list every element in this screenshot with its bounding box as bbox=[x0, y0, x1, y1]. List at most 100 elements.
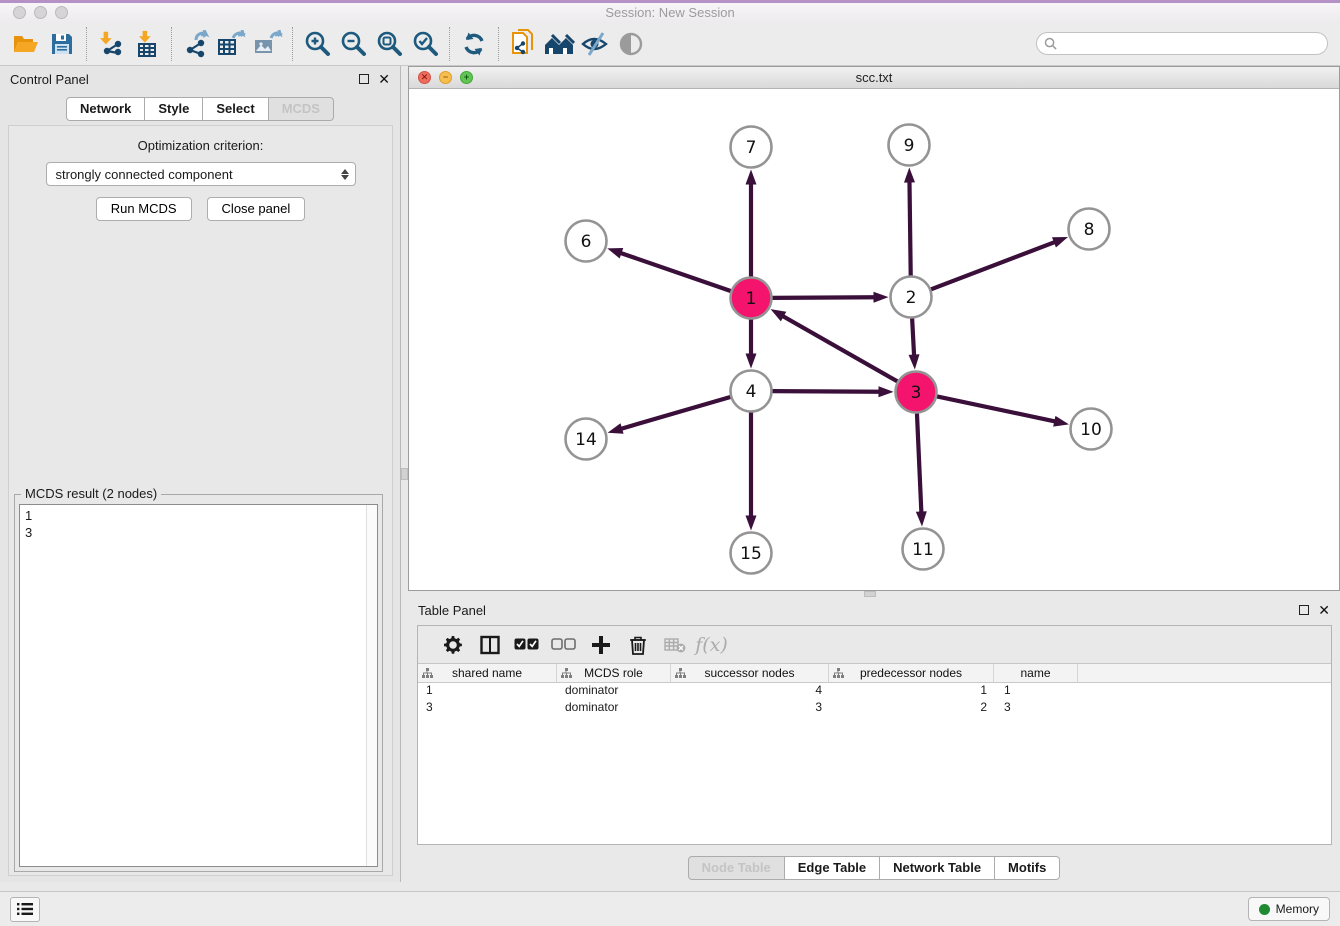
cell-mcds-role[interactable]: dominator bbox=[557, 683, 671, 700]
memory-button[interactable]: Memory bbox=[1248, 897, 1330, 921]
edge-arrowhead bbox=[607, 248, 623, 258]
mcds-result-fieldset: MCDS result (2 nodes) 1 3 bbox=[14, 494, 383, 872]
clone-network-icon[interactable] bbox=[505, 26, 541, 62]
cell-successor-nodes[interactable]: 3 bbox=[671, 700, 829, 717]
edge-arrowhead bbox=[771, 309, 787, 321]
save-session-icon[interactable] bbox=[44, 26, 80, 62]
select-all-checkboxes-icon[interactable] bbox=[508, 630, 545, 660]
node-label: 10 bbox=[1080, 420, 1102, 440]
graph-edge-4-14[interactable] bbox=[620, 397, 730, 429]
settings-gear-icon[interactable] bbox=[434, 630, 471, 660]
splitter-handle[interactable] bbox=[401, 468, 408, 480]
export-image-icon[interactable] bbox=[250, 26, 286, 62]
network-window-titlebar[interactable]: ✕ − + scc.txt bbox=[409, 67, 1339, 89]
graph-edge-1-2[interactable] bbox=[772, 297, 875, 298]
edge-arrowhead bbox=[746, 516, 757, 531]
node-label: 8 bbox=[1084, 220, 1095, 240]
optimization-criterion-select[interactable]: strongly connected component bbox=[46, 162, 356, 186]
toolbar-separator bbox=[449, 27, 450, 61]
column-view-icon[interactable] bbox=[471, 630, 508, 660]
graph-edge-2-8[interactable] bbox=[931, 242, 1056, 290]
deselect-all-checkboxes-icon[interactable] bbox=[545, 630, 582, 660]
zoom-fit-icon[interactable] bbox=[371, 26, 407, 62]
vertical-splitter[interactable] bbox=[401, 66, 408, 882]
first-neighbors-icon[interactable] bbox=[541, 26, 577, 62]
tab-motifs[interactable]: Motifs bbox=[995, 856, 1060, 880]
search-icon bbox=[1044, 37, 1057, 50]
cell-shared-name[interactable]: 1 bbox=[418, 683, 557, 700]
tab-style[interactable]: Style bbox=[145, 97, 203, 121]
float-table-panel-icon[interactable] bbox=[1299, 605, 1309, 615]
tab-node-table[interactable]: Node Table bbox=[688, 856, 785, 880]
task-history-button[interactable] bbox=[10, 897, 40, 922]
node-table-container: f(x) shared name MCDS role successor nod… bbox=[417, 625, 1332, 845]
zoom-in-icon[interactable] bbox=[299, 26, 335, 62]
search-input[interactable] bbox=[1061, 37, 1327, 51]
run-mcds-button[interactable]: Run MCDS bbox=[96, 197, 192, 221]
edge-arrowhead bbox=[904, 167, 915, 182]
graph-edge-3-1[interactable] bbox=[782, 316, 897, 382]
column-header-mcds-role[interactable]: MCDS role bbox=[557, 664, 671, 682]
graph-edge-3-11[interactable] bbox=[917, 413, 921, 513]
zoom-selected-icon[interactable] bbox=[407, 26, 443, 62]
cell-mcds-role[interactable]: dominator bbox=[557, 700, 671, 717]
control-panel-title: Control Panel bbox=[10, 72, 89, 87]
refresh-layout-icon[interactable] bbox=[456, 26, 492, 62]
node-label: 9 bbox=[904, 136, 915, 156]
mcds-result-item: 1 bbox=[20, 505, 377, 524]
tab-select[interactable]: Select bbox=[203, 97, 268, 121]
table-empty-area bbox=[418, 717, 1331, 844]
show-all-icon[interactable] bbox=[613, 26, 649, 62]
tab-mcds[interactable]: MCDS bbox=[269, 97, 334, 121]
tab-edge-table[interactable]: Edge Table bbox=[785, 856, 880, 880]
close-panel-icon[interactable]: ✕ bbox=[378, 74, 390, 84]
add-column-icon[interactable] bbox=[582, 630, 619, 660]
search-field[interactable] bbox=[1036, 32, 1328, 55]
graph-edge-2-9[interactable] bbox=[909, 180, 910, 275]
open-session-icon[interactable] bbox=[8, 26, 44, 62]
zoom-out-icon[interactable] bbox=[335, 26, 371, 62]
cell-name[interactable]: 1 bbox=[994, 683, 1078, 700]
node-label: 6 bbox=[581, 232, 592, 252]
tab-network-table[interactable]: Network Table bbox=[880, 856, 995, 880]
graph-edge-2-3[interactable] bbox=[912, 318, 914, 356]
result-scrollbar[interactable] bbox=[366, 505, 377, 866]
table-row[interactable]: 1 dominator 4 1 1 bbox=[418, 683, 1331, 700]
network-graph[interactable]: 7968124314101511 bbox=[409, 89, 1339, 590]
export-network-icon[interactable] bbox=[178, 26, 214, 62]
cell-name[interactable]: 3 bbox=[994, 700, 1078, 717]
import-network-icon[interactable] bbox=[93, 26, 129, 62]
graph-edge-1-6[interactable] bbox=[620, 253, 731, 291]
control-panel-tabs: Network Style Select MCDS bbox=[0, 97, 400, 121]
column-header-successor-nodes[interactable]: successor nodes bbox=[671, 664, 829, 682]
node-label: 4 bbox=[746, 382, 757, 402]
cell-predecessor-nodes[interactable]: 2 bbox=[829, 700, 994, 717]
tab-network[interactable]: Network bbox=[66, 97, 145, 121]
column-header-predecessor-nodes[interactable]: predecessor nodes bbox=[829, 664, 994, 682]
node-label: 7 bbox=[746, 138, 757, 158]
combo-stepper-icon bbox=[341, 169, 349, 180]
edge-arrowhead bbox=[1052, 237, 1068, 247]
optimization-criterion-label: Optimization criterion: bbox=[9, 138, 392, 153]
close-table-panel-icon[interactable]: ✕ bbox=[1318, 605, 1330, 615]
node-label: 11 bbox=[912, 540, 934, 560]
table-row[interactable]: 3 dominator 3 2 3 bbox=[418, 700, 1331, 717]
column-header-shared-name[interactable]: shared name bbox=[418, 664, 557, 682]
float-panel-icon[interactable] bbox=[359, 74, 369, 84]
close-panel-button[interactable]: Close panel bbox=[207, 197, 306, 221]
network-canvas[interactable]: 7968124314101511 bbox=[409, 89, 1339, 590]
cell-shared-name[interactable]: 3 bbox=[418, 700, 557, 717]
cell-successor-nodes[interactable]: 4 bbox=[671, 683, 829, 700]
graph-edge-4-3[interactable] bbox=[772, 391, 880, 392]
mcds-panel: Optimization criterion: strongly connect… bbox=[8, 125, 393, 876]
toolbar-separator bbox=[86, 27, 87, 61]
import-table-icon[interactable] bbox=[129, 26, 165, 62]
cell-predecessor-nodes[interactable]: 1 bbox=[829, 683, 994, 700]
edge-arrowhead bbox=[916, 511, 927, 526]
column-header-name[interactable]: name bbox=[994, 664, 1078, 682]
export-table-icon[interactable] bbox=[214, 26, 250, 62]
delete-column-icon[interactable] bbox=[619, 630, 656, 660]
mcds-result-list[interactable]: 1 3 bbox=[19, 504, 378, 867]
graph-edge-3-10[interactable] bbox=[937, 396, 1056, 421]
hide-selected-icon[interactable] bbox=[577, 26, 613, 62]
